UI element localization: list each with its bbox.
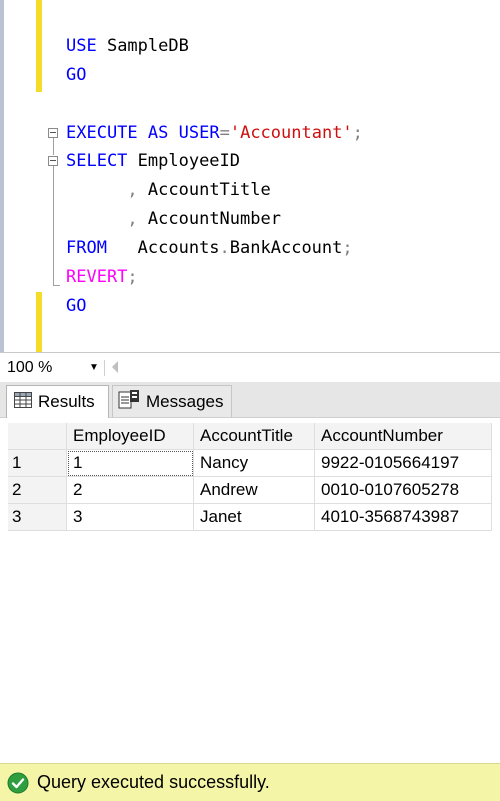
cell-accountnumber[interactable]: 9922-0105664197 — [314, 449, 492, 477]
code-token: FROM — [66, 238, 107, 258]
table-row: 3 3 Janet 4010-3568743987 — [8, 503, 492, 531]
row-number[interactable]: 2 — [8, 476, 67, 504]
chevron-down-icon: ▼ — [89, 362, 99, 373]
code-token: Accounts — [106, 238, 220, 258]
code-line[interactable]: USE SampleDB — [66, 33, 189, 59]
status-message: Query executed successfully. — [37, 772, 270, 792]
code-token: , — [127, 209, 138, 229]
code-line[interactable]: EXECUTE AS USER='Accountant'; — [66, 120, 363, 146]
collapse-icon[interactable] — [48, 128, 58, 138]
code-token: USE — [66, 36, 97, 56]
code-token: AS — [147, 123, 169, 143]
code-line[interactable]: GO — [66, 293, 86, 319]
outline-line — [53, 138, 54, 155]
cell-employeeid[interactable]: 3 — [66, 503, 194, 531]
editor-left-margin — [0, 0, 4, 352]
zoom-dropdown[interactable]: 100 % ▼ — [3, 357, 101, 379]
code-token: SELECT — [66, 151, 128, 171]
code-token: REVERT — [66, 267, 128, 287]
code-token: USER — [178, 123, 220, 143]
row-header-corner[interactable] — [8, 423, 67, 450]
cell-accounttitle[interactable]: Nancy — [193, 449, 315, 477]
code-token: , — [127, 180, 138, 200]
cell-accountnumber[interactable]: 0010-0107605278 — [314, 476, 492, 504]
tab-messages[interactable]: Messages — [112, 385, 232, 417]
code-token: = — [219, 123, 230, 143]
code-token: ; — [127, 267, 138, 287]
cell-accountnumber[interactable]: 4010-3568743987 — [314, 503, 492, 531]
code-token: SampleDB — [96, 36, 189, 56]
change-marker — [36, 292, 42, 352]
code-token: ; — [352, 123, 363, 143]
zoom-value: 100 % — [7, 359, 53, 376]
code-line[interactable]: GO — [66, 62, 86, 88]
code-token: EmployeeID — [127, 151, 241, 171]
code-token: GO — [66, 296, 87, 316]
divider — [104, 360, 105, 376]
tab-messages-label: Messages — [146, 391, 224, 411]
column-header-accounttitle[interactable]: AccountTitle — [193, 423, 315, 450]
results-tab-strip: Results Messages — [0, 382, 500, 418]
table-row: 1 1 Nancy 9922-0105664197 — [8, 449, 492, 477]
cell-accounttitle[interactable]: Janet — [193, 503, 315, 531]
check-circle-icon — [7, 772, 29, 793]
code-token: GO — [66, 65, 87, 85]
change-marker — [36, 0, 42, 92]
code-line[interactable]: REVERT; — [66, 264, 138, 290]
code-token: BankAccount — [229, 238, 343, 258]
outline-end — [53, 285, 60, 286]
query-editor[interactable]: USE SampleDB GO EXECUTE AS USER='Accountan… — [0, 0, 500, 352]
cell-employeeid[interactable]: 1 — [66, 449, 194, 477]
outline-line — [53, 166, 54, 285]
code-token: 'Accountant' — [229, 123, 353, 143]
tab-results-label: Results — [38, 392, 95, 411]
code-line[interactable]: , AccountNumber — [66, 206, 281, 232]
code-token: AccountTitle — [137, 180, 271, 200]
code-token: AccountNumber — [137, 209, 281, 229]
column-header-accountnumber[interactable]: AccountNumber — [314, 423, 492, 450]
row-number[interactable]: 3 — [8, 503, 67, 531]
grid-header-row: EmployeeID AccountTitle AccountNumber — [8, 423, 492, 450]
status-bar: Query executed successfully. — [0, 763, 500, 801]
column-header-employeeid[interactable]: EmployeeID — [66, 423, 194, 450]
code-line[interactable]: FROM Accounts.BankAccount; — [66, 235, 353, 261]
collapse-icon[interactable] — [48, 156, 58, 166]
row-number[interactable]: 1 — [8, 449, 67, 477]
code-line[interactable]: , AccountTitle — [66, 177, 271, 203]
code-token: EXECUTE — [66, 123, 138, 143]
tab-results[interactable]: Results — [6, 385, 109, 418]
code-token: ; — [342, 238, 353, 258]
grid-icon — [14, 391, 32, 413]
zoom-bar: 100 % ▼ — [0, 352, 500, 382]
code-token: . — [219, 238, 230, 258]
messages-icon — [118, 389, 140, 414]
cell-employeeid[interactable]: 2 — [66, 476, 194, 504]
cell-accounttitle[interactable]: Andrew — [193, 476, 315, 504]
code-line[interactable]: SELECT EmployeeID — [66, 148, 240, 174]
results-grid-area[interactable]: EmployeeID AccountTitle AccountNumber 1 … — [0, 418, 500, 763]
results-grid: EmployeeID AccountTitle AccountNumber 1 … — [8, 423, 492, 531]
scroll-left-icon[interactable] — [112, 361, 118, 373]
table-row: 2 2 Andrew 0010-0107605278 — [8, 476, 492, 504]
